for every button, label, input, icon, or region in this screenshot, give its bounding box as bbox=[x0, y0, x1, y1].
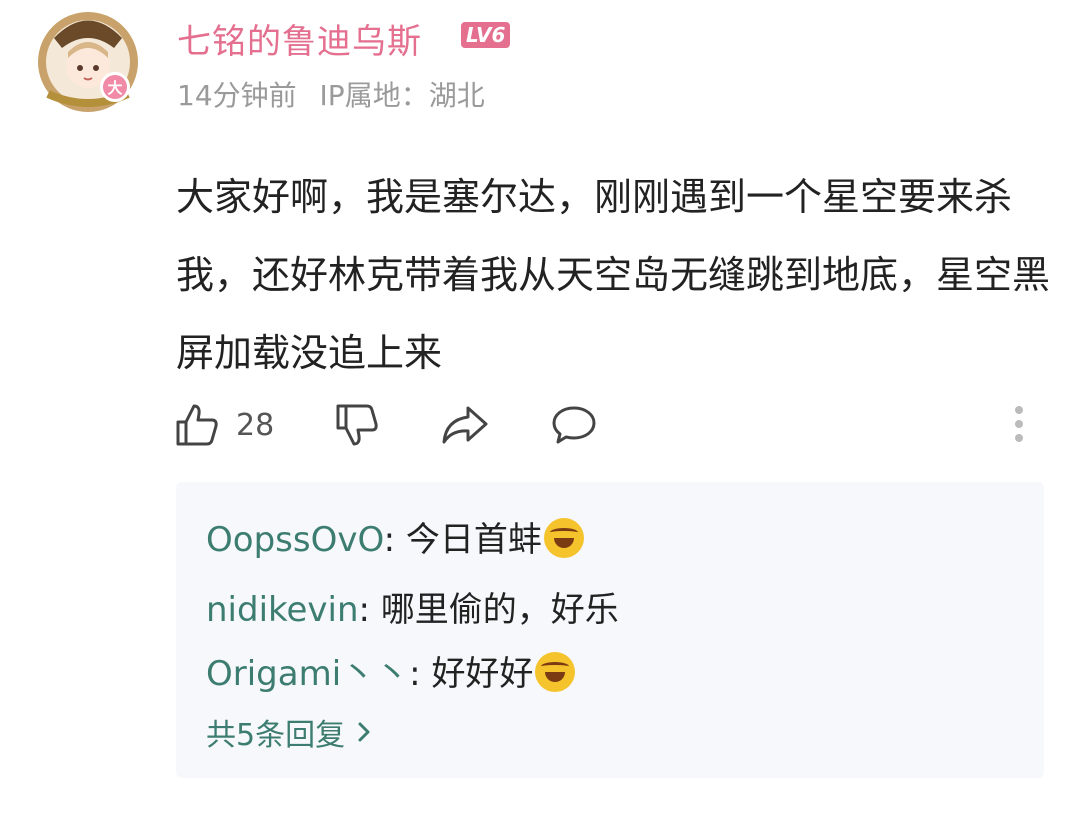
reply-text: 今日首蚌 bbox=[405, 520, 542, 560]
comment-text: 大家好啊，我是塞尔达，刚刚遇到一个星空要来杀我，还好林克带着我从天空岛无缝跳到地… bbox=[176, 175, 1051, 375]
reply-nick[interactable]: nidikevin bbox=[206, 590, 359, 630]
share-button[interactable] bbox=[440, 404, 490, 446]
ip-location: IP属地：湖北 bbox=[319, 79, 485, 112]
like-count: 28 bbox=[236, 407, 275, 443]
thumbs-down-icon bbox=[336, 404, 378, 446]
reply-text: 好好好 bbox=[431, 654, 534, 694]
reply-item[interactable]: Origami丶丶: 好好好 bbox=[206, 646, 576, 695]
avatar-badge: 大 bbox=[100, 72, 130, 102]
comment-button[interactable] bbox=[550, 404, 598, 446]
post-time: 14分钟前 bbox=[177, 79, 297, 112]
comment-icon bbox=[552, 406, 596, 444]
avatar[interactable] bbox=[34, 8, 142, 114]
more-vertical-icon bbox=[1015, 406, 1023, 442]
post-meta: 14分钟前 IP属地：湖北 bbox=[177, 74, 499, 114]
replies-panel: OopssOvO: 今日首蚌 nidikevin: 哪里偷的，好乐 Origam… bbox=[176, 482, 1044, 778]
rolling-laugh-emoji bbox=[543, 518, 584, 558]
reply-item[interactable]: OopssOvO: 今日首蚌 bbox=[206, 512, 584, 561]
thumbs-up-icon bbox=[176, 404, 218, 446]
more-options-button[interactable] bbox=[1012, 404, 1026, 448]
rolling-laugh-emoji bbox=[535, 652, 576, 692]
username[interactable]: 七铭的鲁迪乌斯 bbox=[177, 14, 422, 63]
dislike-button[interactable] bbox=[334, 402, 380, 448]
level-badge: LV6 bbox=[461, 22, 511, 48]
action-bar: 28 bbox=[0, 398, 1078, 458]
reply-item[interactable]: nidikevin: 哪里偷的，好乐 bbox=[206, 582, 619, 631]
reply-nick[interactable]: Origami丶丶 bbox=[206, 654, 409, 694]
share-icon bbox=[442, 406, 488, 444]
reply-separator: : bbox=[358, 590, 381, 630]
chevron-right-icon bbox=[358, 722, 370, 742]
view-all-replies-link[interactable]: 共5条回复 bbox=[206, 710, 375, 754]
avatar-image bbox=[38, 12, 138, 112]
more-replies-label: 共5条回复 bbox=[206, 718, 346, 753]
like-button[interactable]: 28 bbox=[174, 402, 274, 448]
reply-text: 哪里偷的，好乐 bbox=[380, 590, 619, 630]
reply-nick[interactable]: OopssOvO bbox=[206, 520, 384, 560]
reply-separator: : bbox=[409, 654, 432, 694]
reply-separator: : bbox=[383, 520, 406, 560]
